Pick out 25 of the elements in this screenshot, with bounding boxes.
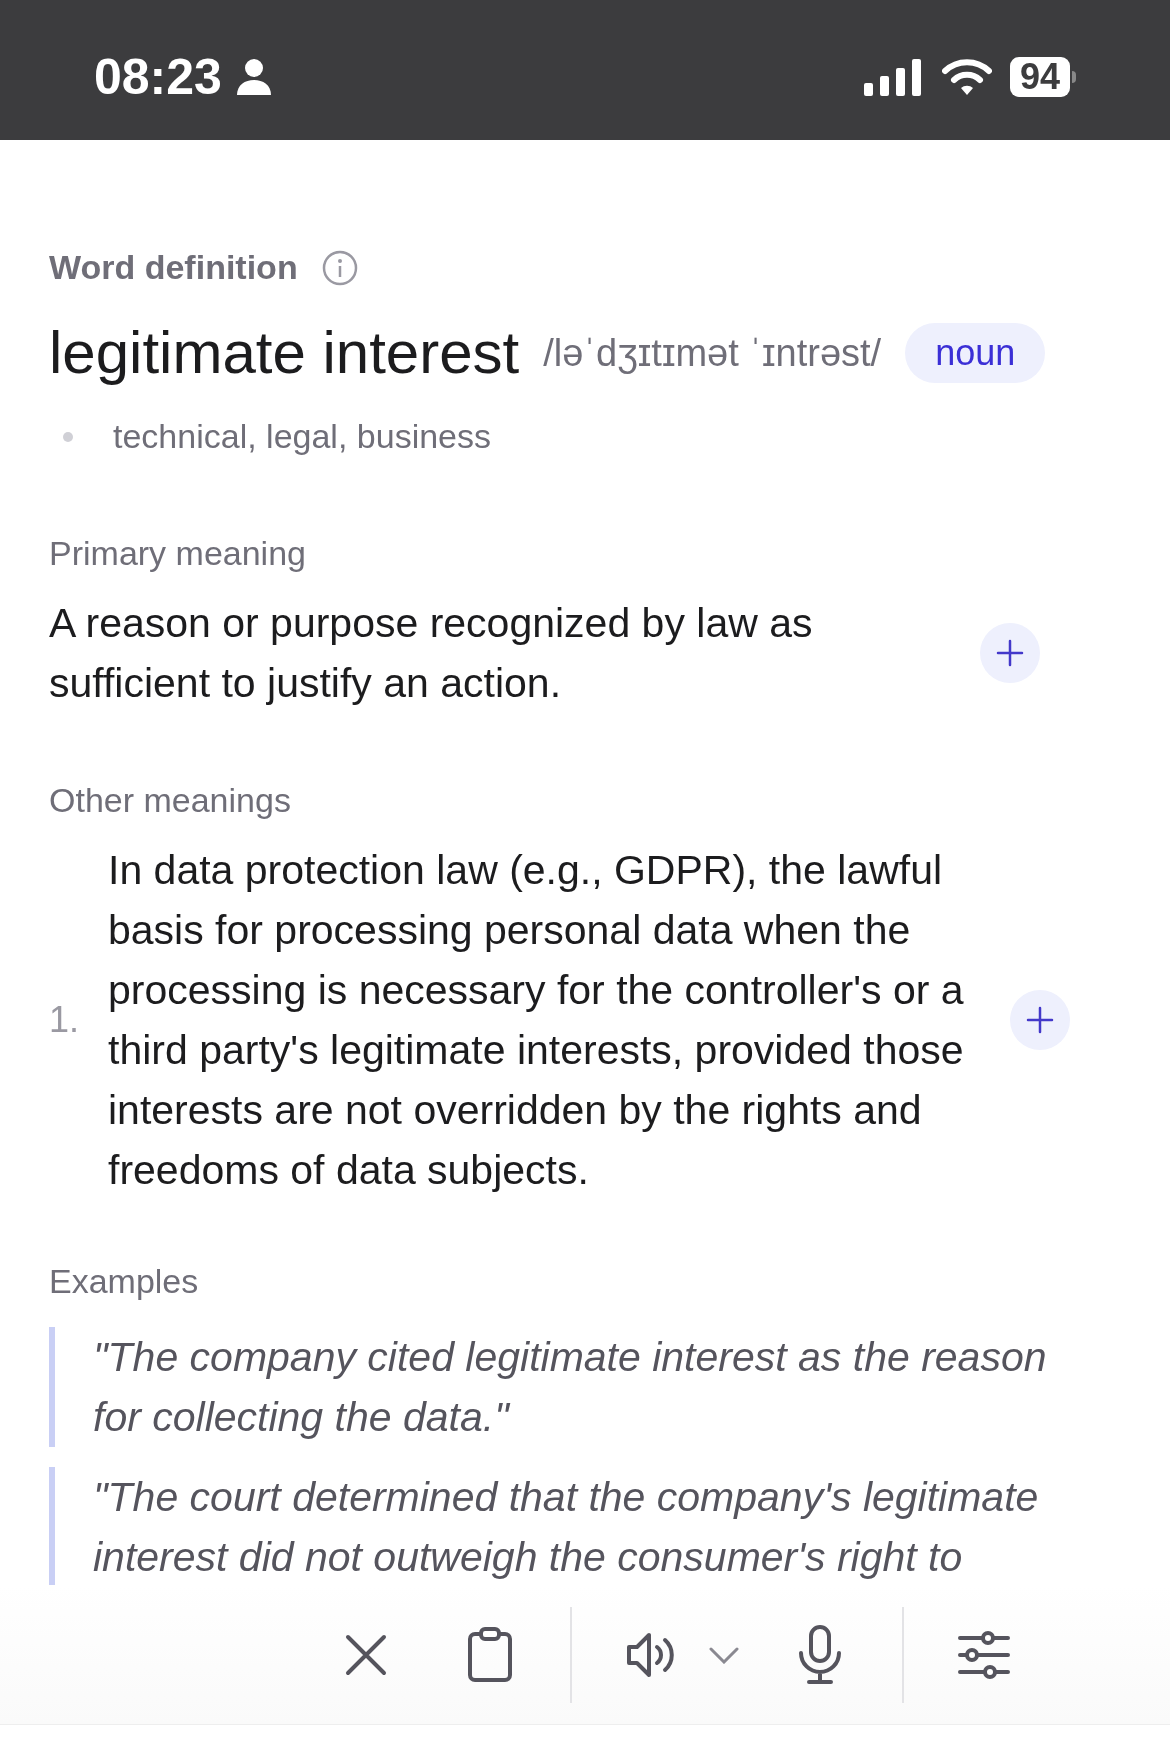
part-of-speech-tag: noun	[905, 323, 1046, 383]
sliders-icon	[958, 1629, 1010, 1680]
close-icon	[344, 1632, 388, 1677]
microphone-icon	[797, 1624, 843, 1685]
list-number: 1.	[49, 998, 81, 1042]
example-quote: "The company cited legitimate interest as the reason for collecting the data."	[49, 1327, 1079, 1447]
wifi-icon	[941, 57, 992, 97]
section-label: Primary meaning	[49, 533, 307, 574]
pronunciation: /ləˈdʒɪtɪmət ˈɪntrəst/	[543, 334, 882, 372]
section-label: Examples	[49, 1261, 200, 1302]
definition-text: A reason or purpose recognized by law as sufficient to justify an action.	[49, 599, 814, 708]
battery-indicator: 94	[1009, 57, 1076, 97]
info-icon[interactable]	[321, 249, 358, 286]
person-icon	[235, 58, 272, 96]
plus-icon	[995, 638, 1025, 668]
section-label: Other meanings	[49, 780, 292, 821]
usage-tags: technical, legal, business	[113, 411, 491, 462]
definition-text: In data protection law (e.g., GDPR), the lawful basis for processing personal data when the processing is necessary for the controller's or a third party's legitimate interests, provided those interests are not overridden by the rights and freedoms of data subjects.	[108, 846, 965, 1195]
chevron-down-icon	[709, 1645, 739, 1664]
status-time: 08:23	[94, 52, 222, 102]
clipboard-icon	[467, 1626, 513, 1683]
word-heading: legitimate interest	[49, 323, 520, 383]
section-label: Word definition	[49, 247, 298, 288]
signal-icon	[863, 57, 924, 97]
plus-icon	[1024, 1005, 1055, 1035]
